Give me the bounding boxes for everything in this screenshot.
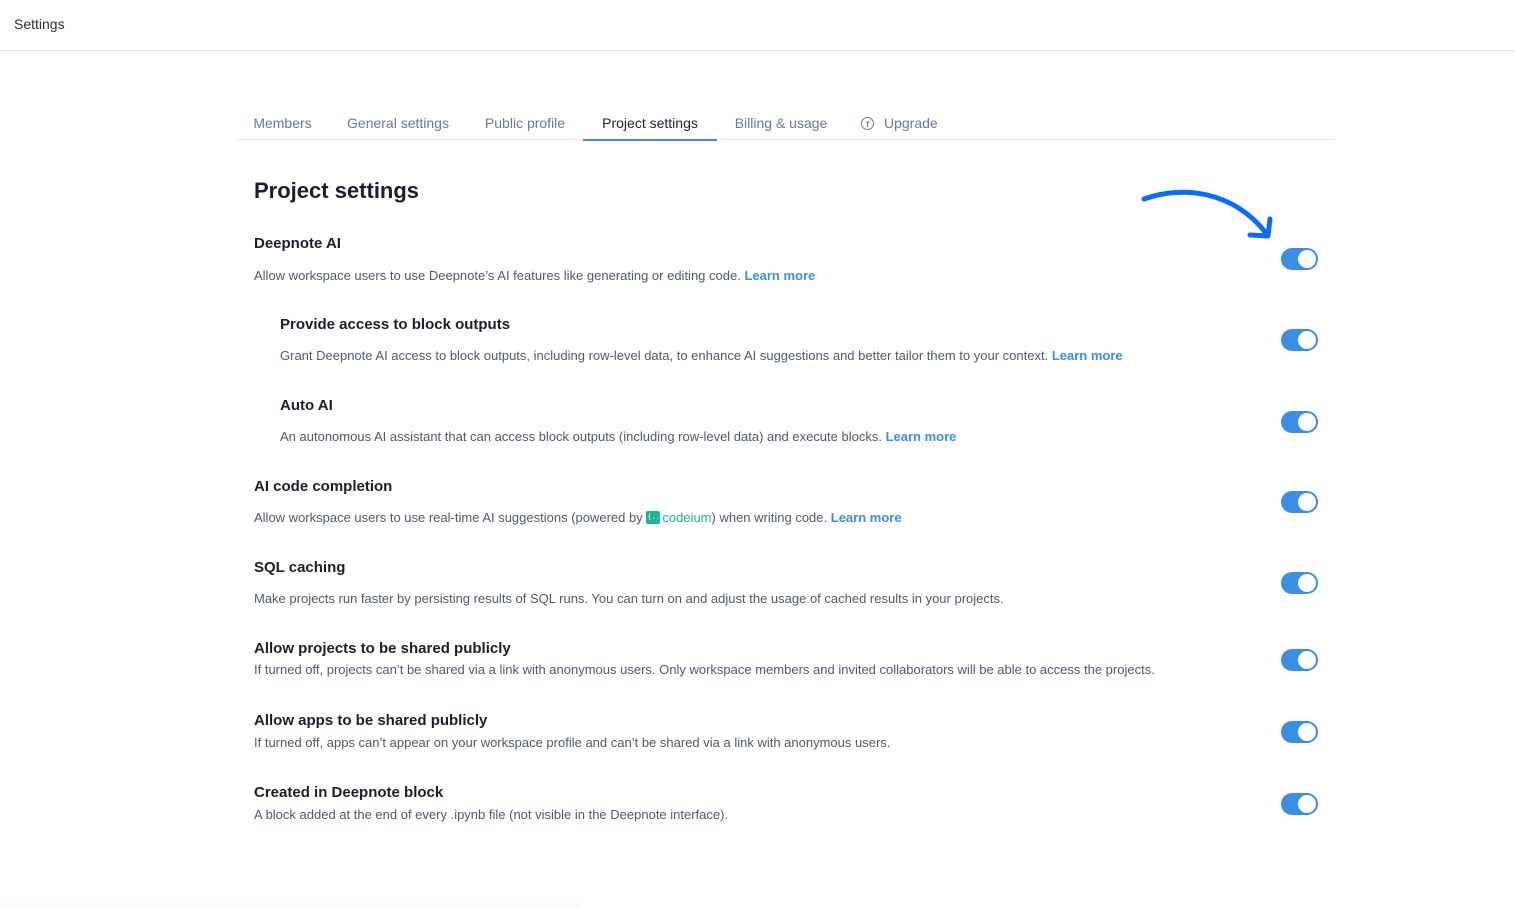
tab-label: Members <box>253 115 312 131</box>
toggle-auto-ai[interactable] <box>1281 411 1318 433</box>
settings-tabs: Members General settings Public profile … <box>237 106 1335 141</box>
tab-label: Public profile <box>484 115 566 131</box>
tab-label: Billing & usage <box>734 115 828 131</box>
toggle-knob <box>1298 250 1316 268</box>
description-text: Allow workspace users to use Deepnote’s … <box>254 268 741 283</box>
toggle-knob <box>1298 413 1316 431</box>
learn-more-link[interactable]: Learn more <box>1052 348 1123 363</box>
description-text: An autonomous AI assistant that can acce… <box>280 429 882 444</box>
tab-label: Project settings <box>602 115 698 131</box>
setting-share-apps-publicly: Allow apps to be shared publicly If turn… <box>254 712 890 750</box>
toggle-block-outputs-access[interactable] <box>1281 329 1318 351</box>
setting-created-in-deepnote-block: Created in Deepnote block A block added … <box>254 784 728 822</box>
setting-description: An autonomous AI assistant that can acce… <box>280 429 956 444</box>
setting-description: A block added at the end of every .ipynb… <box>254 807 729 822</box>
setting-title: Created in Deepnote block <box>254 784 444 801</box>
setting-title: Provide access to block outputs <box>280 316 511 333</box>
setting-description: If turned off, projects can’t be shared … <box>254 662 1155 677</box>
toggle-knob <box>1298 493 1316 511</box>
setting-title: Allow apps to be shared publicly <box>254 712 488 729</box>
setting-share-projects-publicly: Allow projects to be shared publicly If … <box>254 640 1155 677</box>
toggle-sql-caching[interactable] <box>1281 572 1318 594</box>
toggle-deepnote-ai[interactable] <box>1281 248 1318 270</box>
section-heading: Project settings <box>254 178 420 203</box>
description-text: Grant Deepnote AI access to block output… <box>280 348 1049 363</box>
toggle-share-projects-publicly[interactable] <box>1281 649 1318 671</box>
setting-deepnote-ai: Deepnote AI Allow workspace users to use… <box>254 235 815 283</box>
description-text: ) when writing code. <box>711 510 828 525</box>
setting-auto-ai: Auto AI An autonomous AI assistant that … <box>280 397 956 444</box>
setting-title: AI code completion <box>254 478 393 495</box>
setting-title: SQL caching <box>254 559 346 576</box>
description-text: Allow workspace users to use real-time A… <box>254 510 643 525</box>
tab-public-profile[interactable]: Public profile <box>468 106 582 140</box>
setting-block-outputs-access: Provide access to block outputs Grant De… <box>280 316 1123 363</box>
annotation-arrow-icon <box>1141 189 1273 239</box>
top-bar: Settings <box>0 0 1515 51</box>
setting-description: If turned off, apps can’t appear on your… <box>254 735 891 750</box>
toggle-knob <box>1298 651 1316 669</box>
tab-upgrade[interactable]: Upgrade <box>861 106 943 140</box>
setting-title: Deepnote AI <box>254 235 341 252</box>
bottom-edge-shadow <box>0 902 580 908</box>
setting-ai-code-completion: AI code completion Allow workspace users… <box>254 478 902 525</box>
learn-more-link[interactable]: Learn more <box>744 268 815 283</box>
learn-more-link[interactable]: Learn more <box>886 429 957 444</box>
setting-description: Grant Deepnote AI access to block output… <box>280 348 1123 363</box>
tab-members[interactable]: Members <box>237 106 328 140</box>
toggle-knob <box>1298 574 1316 592</box>
setting-title: Auto AI <box>280 397 333 414</box>
setting-title: Allow projects to be shared publicly <box>254 640 511 657</box>
toggle-knob <box>1298 723 1316 741</box>
toggle-created-in-deepnote-block[interactable] <box>1281 793 1318 815</box>
setting-description: Make projects run faster by persisting r… <box>254 591 1004 606</box>
tab-label: Upgrade <box>884 115 938 131</box>
setting-sql-caching: SQL caching Make projects run faster by … <box>254 559 1004 606</box>
codeium-brand: codeium <box>662 510 712 525</box>
codeium-logo-icon <box>646 511 664 524</box>
arrow-up-circle-icon <box>861 117 874 130</box>
page-title: Settings <box>14 16 65 32</box>
tab-general-settings[interactable]: General settings <box>332 106 464 140</box>
toggle-knob <box>1298 795 1316 813</box>
tab-label: General settings <box>347 115 449 131</box>
setting-description: Allow workspace users to use Deepnote’s … <box>254 268 815 283</box>
tab-billing-usage[interactable]: Billing & usage <box>721 106 841 140</box>
setting-description: Allow workspace users to use real-time A… <box>254 510 902 525</box>
toggle-share-apps-publicly[interactable] <box>1281 721 1318 743</box>
learn-more-link[interactable]: Learn more <box>831 510 902 525</box>
toggle-knob <box>1298 331 1316 349</box>
toggle-ai-code-completion[interactable] <box>1281 491 1318 513</box>
tab-project-settings[interactable]: Project settings <box>583 106 717 141</box>
